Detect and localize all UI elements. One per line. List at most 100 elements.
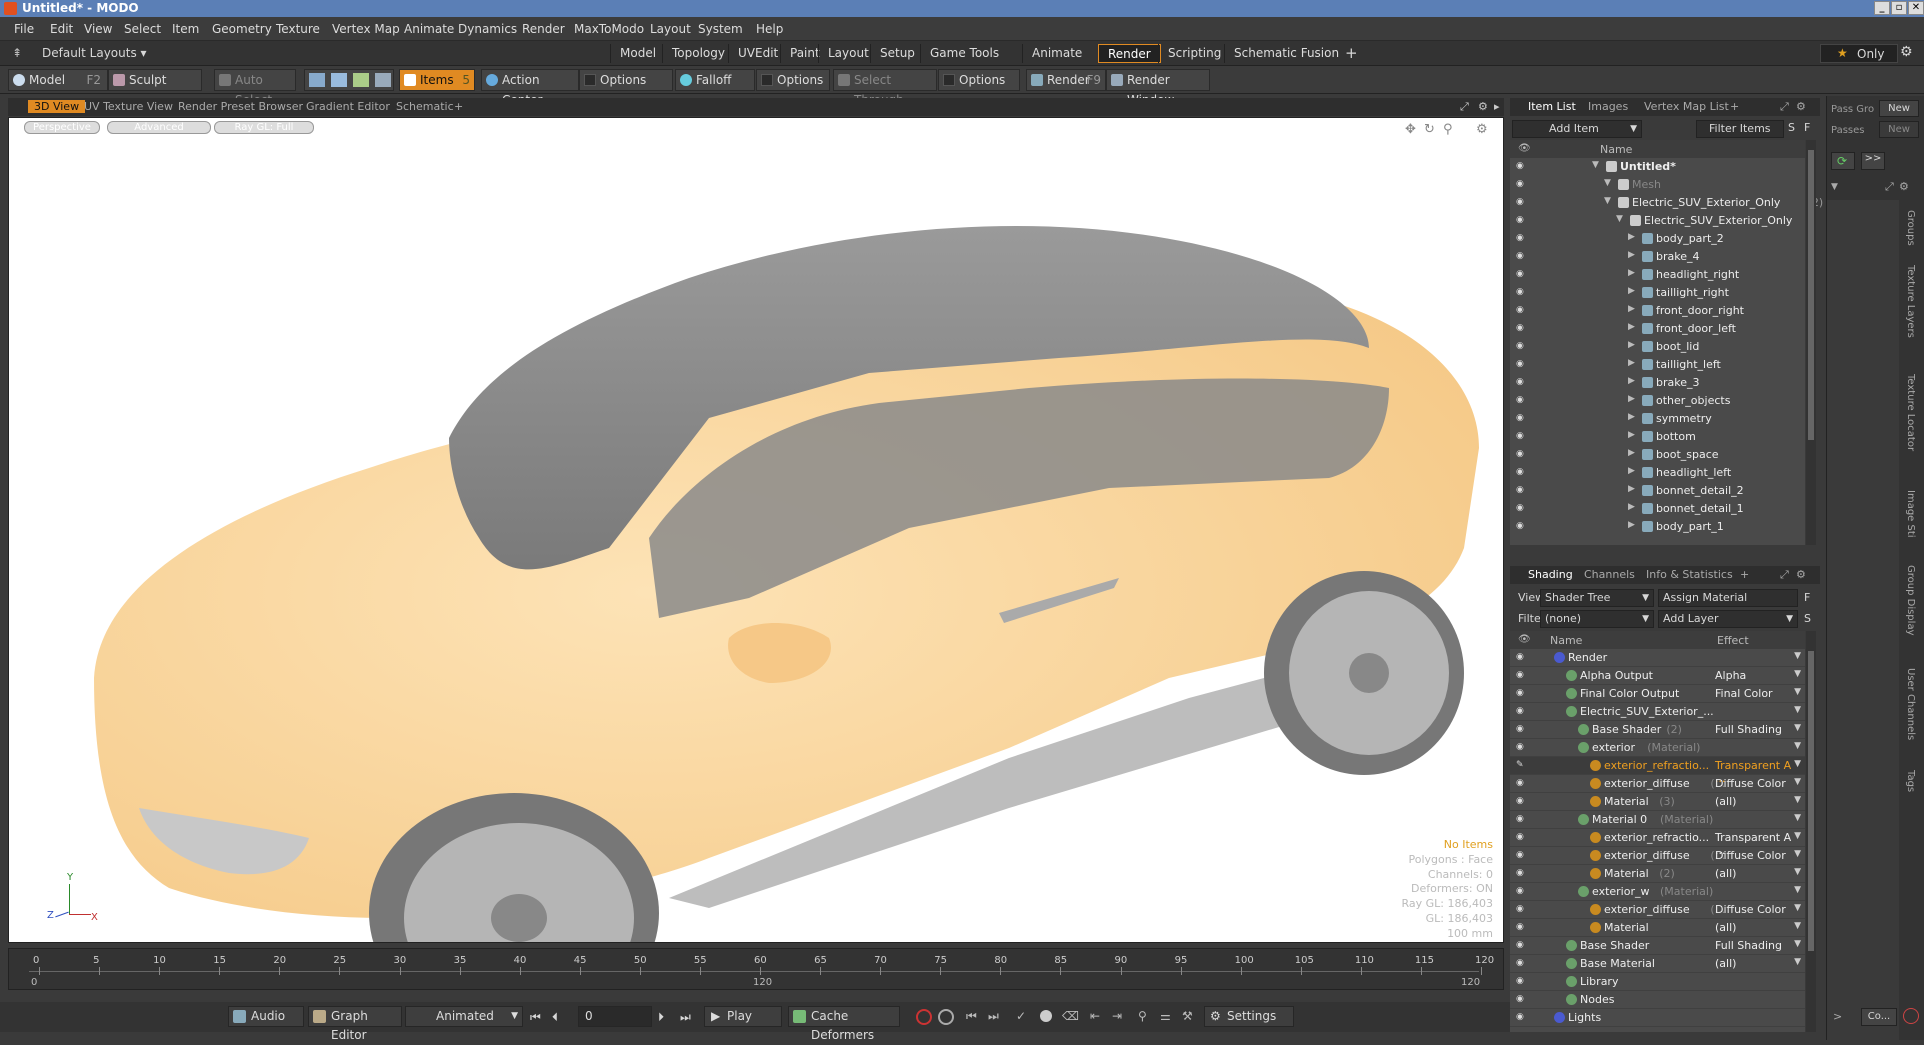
expand-icon[interactable]: ⤢ bbox=[1885, 180, 1894, 194]
tab-info-statistics[interactable]: Info & Statistics bbox=[1646, 568, 1733, 581]
eye-column-icon[interactable]: 👁 bbox=[1518, 634, 1531, 645]
menu-edit[interactable]: Edit bbox=[50, 22, 73, 36]
item-list-row[interactable]: ◉ ▶ front_door_right bbox=[1510, 302, 1805, 320]
tab-images[interactable]: Images bbox=[1588, 100, 1628, 113]
item-list-row[interactable]: ◉ ▶ taillight_left bbox=[1510, 356, 1805, 374]
visibility-eye-icon[interactable]: ◉ bbox=[1516, 688, 1524, 698]
visibility-eye-icon[interactable]: ◉ bbox=[1516, 341, 1528, 351]
visibility-eye-icon[interactable]: ◉ bbox=[1516, 886, 1524, 896]
collapse-arrow-icon[interactable]: ▶ bbox=[1628, 430, 1635, 440]
checkbox[interactable] bbox=[943, 74, 955, 86]
item-list-row[interactable]: ◉ ▶ headlight_left bbox=[1510, 464, 1805, 482]
shader-tree-row[interactable]: ◉ Material (3) (all) ▼ bbox=[1510, 793, 1805, 811]
shader-tree-row[interactable]: ◉ exterior_w (Material) ▼ bbox=[1510, 883, 1805, 901]
record-key-icon[interactable] bbox=[916, 1009, 932, 1025]
timeline[interactable]: 0 5 10 15 20 25 30 35 40 45 50 55 60 65 70 75 80 85 90 95 10… bbox=[8, 948, 1504, 990]
visibility-eye-icon[interactable]: ◉ bbox=[1516, 503, 1528, 513]
item-list-row[interactable]: ◉ ▼ Mesh bbox=[1510, 176, 1805, 194]
item-list-row[interactable]: ◉ ▶ headlight_right bbox=[1510, 266, 1805, 284]
item-list-row[interactable]: ◉ ▶ other_objects bbox=[1510, 392, 1805, 410]
shader-effect[interactable]: Final Color bbox=[1715, 687, 1773, 700]
visibility-eye-icon[interactable]: ◉ bbox=[1516, 670, 1524, 680]
layout-tab-model[interactable]: Model bbox=[610, 44, 665, 63]
gear-icon[interactable]: ⚙ bbox=[1900, 44, 1913, 60]
key-check-icon[interactable]: ✓ bbox=[1016, 1009, 1026, 1023]
layout-tab-schematic-fusion[interactable]: Schematic Fusion bbox=[1224, 44, 1348, 63]
menu-geometry[interactable]: Geometry bbox=[212, 22, 272, 36]
collapse-arrow-icon[interactable]: ▶ bbox=[1628, 322, 1635, 332]
effect-dropdown-icon[interactable]: ▼ bbox=[1794, 885, 1801, 895]
eye-column-icon[interactable]: 👁 bbox=[1518, 143, 1531, 154]
set-key-icon[interactable] bbox=[1040, 1010, 1052, 1022]
minimize-button[interactable]: _ bbox=[1874, 1, 1890, 15]
add-layer-dropdown[interactable]: Add Layer ▼ bbox=[1658, 610, 1798, 628]
action-center-options-button[interactable]: Options bbox=[579, 69, 673, 91]
visibility-eye-icon[interactable]: ◉ bbox=[1516, 724, 1524, 734]
visibility-eye-icon[interactable]: ◉ bbox=[1516, 922, 1524, 932]
effect-dropdown-icon[interactable]: ▼ bbox=[1794, 687, 1801, 697]
effect-dropdown-icon[interactable]: ▼ bbox=[1794, 831, 1801, 841]
collapse-arrow-icon[interactable]: ▶ bbox=[1628, 340, 1635, 350]
checkbox[interactable] bbox=[761, 74, 773, 86]
shader-effect[interactable]: Diffuse Color bbox=[1715, 849, 1786, 862]
shader-tree-row[interactable]: ◉ Alpha Output Alpha ▼ bbox=[1510, 667, 1805, 685]
viewport-menu-arrow-icon[interactable]: ▸ bbox=[1494, 100, 1500, 113]
item-list-row[interactable]: ◉ ▶ bonnet_detail_2 bbox=[1510, 482, 1805, 500]
vertical-tab-user-channels[interactable]: User Channels bbox=[1902, 668, 1916, 740]
gear-icon[interactable]: ⚙ bbox=[1899, 180, 1909, 193]
name-column-header[interactable]: Name bbox=[1600, 143, 1632, 156]
view-dropdown[interactable]: Shader Tree ▼ bbox=[1540, 589, 1654, 607]
gear-icon[interactable]: ⚙ bbox=[1796, 568, 1806, 581]
visibility-eye-icon[interactable]: ◉ bbox=[1516, 431, 1528, 441]
shader-tree-row[interactable]: ◉ Lights bbox=[1510, 1009, 1805, 1027]
audio-button[interactable]: Audio bbox=[228, 1006, 304, 1027]
menu-help[interactable]: Help bbox=[756, 22, 783, 36]
model-button[interactable]: Model F2 bbox=[8, 69, 108, 91]
item-list-row[interactable]: ◉ ▼ Electric_SUV_Exterior_Only bbox=[1510, 212, 1805, 230]
play-button[interactable]: ▶ Play bbox=[704, 1006, 782, 1027]
add-layout-tab-icon[interactable]: + bbox=[1345, 44, 1358, 62]
checkbox[interactable] bbox=[584, 74, 596, 86]
effect-dropdown-icon[interactable]: ▼ bbox=[1794, 669, 1801, 679]
visibility-eye-icon[interactable]: ◉ bbox=[1516, 323, 1528, 333]
3d-viewport[interactable]: Perspective Advanced Ray GL: Full ✥ ↻ ⚲ … bbox=[8, 117, 1504, 943]
new-pass-group-button[interactable]: New bbox=[1879, 100, 1919, 117]
search-s-button[interactable]: S bbox=[1804, 612, 1811, 625]
collapse-arrow-icon[interactable]: ▶ bbox=[1628, 232, 1635, 242]
edit-pencil-icon[interactable]: ✎ bbox=[1516, 760, 1524, 770]
effect-dropdown-icon[interactable]: ▼ bbox=[1794, 795, 1801, 805]
layout-tab-layout[interactable]: Layout bbox=[818, 44, 878, 63]
tab-channels[interactable]: Channels bbox=[1584, 568, 1635, 581]
filter-dropdown[interactable]: (none) ▼ bbox=[1540, 610, 1654, 628]
visibility-eye-icon[interactable]: ◉ bbox=[1516, 359, 1528, 369]
effect-dropdown-icon[interactable]: ▼ bbox=[1794, 651, 1801, 661]
polygons-mode-icon[interactable] bbox=[353, 73, 369, 87]
visibility-eye-icon[interactable]: ◉ bbox=[1516, 413, 1528, 423]
expand-icon[interactable]: ⤢ bbox=[1780, 568, 1789, 582]
view-tab-schematic[interactable]: Schematic bbox=[396, 100, 454, 113]
visibility-eye-icon[interactable]: ◉ bbox=[1516, 467, 1528, 477]
default-layouts-dropdown[interactable]: Default Layouts ▾ bbox=[42, 46, 147, 60]
expand-arrow-icon[interactable]: ▼ bbox=[1604, 178, 1611, 188]
graph-editor-button[interactable]: Graph Editor bbox=[308, 1006, 402, 1042]
expand-arrow-icon[interactable]: ▼ bbox=[1592, 160, 1599, 170]
view-tab-uv-texture-view[interactable]: UV Texture View bbox=[84, 100, 173, 113]
key-next-icon[interactable]: ⏭ bbox=[988, 1009, 999, 1024]
item-list-row[interactable]: ◉ ▶ symmetry bbox=[1510, 410, 1805, 428]
shader-tree-row[interactable]: ◉ Electric_SUV_Exterior_... ▼ bbox=[1510, 703, 1805, 721]
visibility-eye-icon[interactable]: ◉ bbox=[1516, 197, 1528, 207]
action-center-button[interactable]: Action Center bbox=[481, 69, 579, 107]
view-tab-gradient-editor[interactable]: Gradient Editor bbox=[306, 100, 390, 113]
shader-tree-scrollbar[interactable] bbox=[1806, 631, 1816, 1032]
key-options-icon[interactable]: ⚌ bbox=[1160, 1009, 1171, 1023]
item-list-scrollbar[interactable] bbox=[1806, 140, 1816, 545]
item-list-row[interactable]: ◉ ▶ bonnet_detail_1 bbox=[1510, 500, 1805, 518]
skip-end-icon[interactable]: ⏭ bbox=[680, 1010, 691, 1025]
item-list-row[interactable]: ◉ ▶ brake_4 bbox=[1510, 248, 1805, 266]
select-through-button[interactable]: Select Through bbox=[833, 69, 937, 107]
refresh-button[interactable]: ⟳ bbox=[1831, 152, 1855, 170]
shader-tree-row[interactable]: ◉ Library bbox=[1510, 973, 1805, 991]
auto-key-icon[interactable] bbox=[938, 1009, 954, 1025]
shader-effect[interactable]: Diffuse Color bbox=[1715, 903, 1786, 916]
shader-tree-row[interactable]: ✎ exterior_refractio... Transparent A ... ▼ bbox=[1510, 757, 1805, 785]
